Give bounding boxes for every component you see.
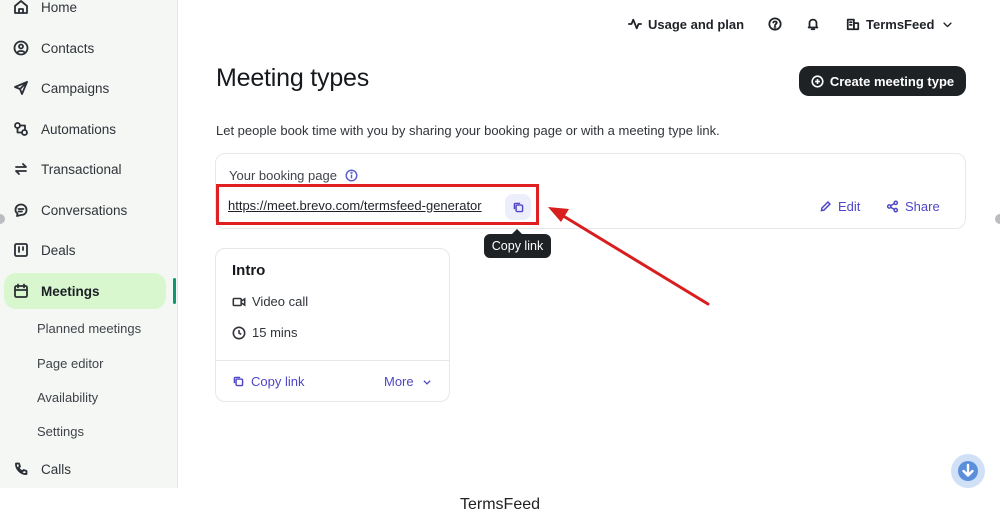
sidebar-item-meetings[interactable]: Meetings (4, 273, 166, 309)
more-label: More (384, 374, 414, 389)
meeting-type-location: Video call (232, 294, 308, 309)
share-booking-page-button[interactable]: Share (886, 199, 940, 214)
sidebar-item-calls[interactable]: Calls (4, 451, 166, 487)
copy-icon (513, 202, 523, 212)
usage-label: Usage and plan (648, 16, 745, 32)
active-indicator (173, 278, 176, 304)
meeting-type-label: Video call (252, 294, 309, 309)
usage-and-plan-link[interactable]: Usage and plan (628, 14, 744, 34)
board-icon (12, 241, 30, 259)
duration-label: 15 mins (252, 325, 298, 340)
page-description: Let people book time with you by sharing… (216, 123, 720, 138)
sidebar-item-label: Transactional (41, 161, 122, 177)
clock-icon (232, 326, 246, 339)
sidebar-subitem-page-editor[interactable]: Page editor (37, 356, 104, 371)
edit-booking-page-button[interactable]: Edit (819, 199, 860, 214)
more-options-button[interactable]: More (384, 374, 432, 389)
copy-booking-link-button[interactable] (505, 194, 531, 220)
page-title: Meeting types (216, 64, 370, 92)
sidebar-item-transactional[interactable]: Transactional (4, 151, 166, 187)
account-menu[interactable]: TermsFeed (846, 14, 953, 34)
contacts-icon (12, 39, 30, 57)
home-icon (12, 0, 30, 16)
help-icon (768, 17, 782, 31)
arrows-icon (12, 160, 30, 178)
copy-link-label: Copy link (251, 374, 305, 389)
card-divider (216, 360, 449, 361)
app-window: Home Contacts Campaigns Automations Tran… (0, 0, 1000, 488)
send-icon (12, 79, 30, 97)
sidebar-item-label: Home (41, 0, 78, 15)
sidebar-item-label: Conversations (41, 202, 128, 218)
sidebar-item-campaigns[interactable]: Campaigns (4, 70, 166, 106)
sidebar-subitem-availability[interactable]: Availability (37, 390, 98, 405)
calendar-icon (12, 282, 30, 300)
scroll-down-button[interactable] (951, 454, 985, 488)
info-icon[interactable] (345, 169, 358, 182)
edit-label: Edit (838, 199, 861, 214)
meeting-type-title: Intro (232, 262, 266, 279)
booking-page-label: Your booking page (229, 168, 358, 183)
sidebar: Home Contacts Campaigns Automations Tran… (0, 0, 178, 488)
sidebar-item-automations[interactable]: Automations (4, 111, 166, 147)
sidebar-item-conversations[interactable]: Conversations (4, 192, 166, 228)
sidebar-item-label: Deals (41, 242, 76, 258)
footer-caption: TermsFeed (0, 488, 1000, 522)
meeting-type-duration: 15 mins (232, 325, 298, 340)
booking-page-link[interactable]: https://meet.brevo.com/termsfeed-generat… (228, 198, 482, 213)
create-button-label: Create meeting type (829, 73, 955, 89)
plus-circle-icon (811, 74, 824, 88)
sidebar-item-label: Automations (41, 121, 117, 137)
right-edge-handle (995, 214, 1000, 224)
copy-link-tooltip: Copy link (484, 229, 551, 258)
sidebar-item-label: Campaigns (41, 80, 110, 96)
automation-icon (12, 120, 30, 138)
building-icon (846, 18, 860, 31)
pencil-icon (820, 200, 832, 212)
share-label: Share (905, 199, 940, 214)
video-icon (232, 297, 246, 306)
share-icon (886, 200, 899, 213)
activity-icon (628, 18, 642, 30)
meeting-type-card[interactable]: Intro Video call 15 mins Copy link More (215, 248, 450, 402)
booking-label-text: Your booking page (229, 168, 337, 183)
copy-icon (233, 376, 244, 387)
sidebar-subitem-settings[interactable]: Settings (37, 424, 84, 439)
sidebar-subitem-planned-meetings[interactable]: Planned meetings (37, 321, 141, 336)
phone-icon (12, 460, 30, 478)
chevron-down-icon (423, 379, 431, 385)
bell-icon (807, 18, 819, 31)
sidebar-item-label: Calls (41, 461, 72, 477)
sidebar-item-label: Contacts (41, 40, 95, 56)
sidebar-item-contacts[interactable]: Contacts (4, 30, 166, 66)
account-name: TermsFeed (866, 16, 935, 32)
create-meeting-type-button[interactable]: Create meeting type (799, 66, 966, 96)
sidebar-item-home[interactable]: Home (4, 0, 166, 25)
sidebar-item-deals[interactable]: Deals (4, 232, 166, 268)
copy-meeting-link-button[interactable]: Copy link (232, 374, 304, 389)
chat-icon (12, 201, 30, 219)
notifications-button[interactable] (806, 14, 820, 34)
chevron-down-icon (943, 21, 953, 27)
help-button[interactable] (768, 14, 782, 34)
sidebar-item-label: Meetings (41, 283, 100, 299)
arrow-down-circle-icon (958, 461, 978, 481)
